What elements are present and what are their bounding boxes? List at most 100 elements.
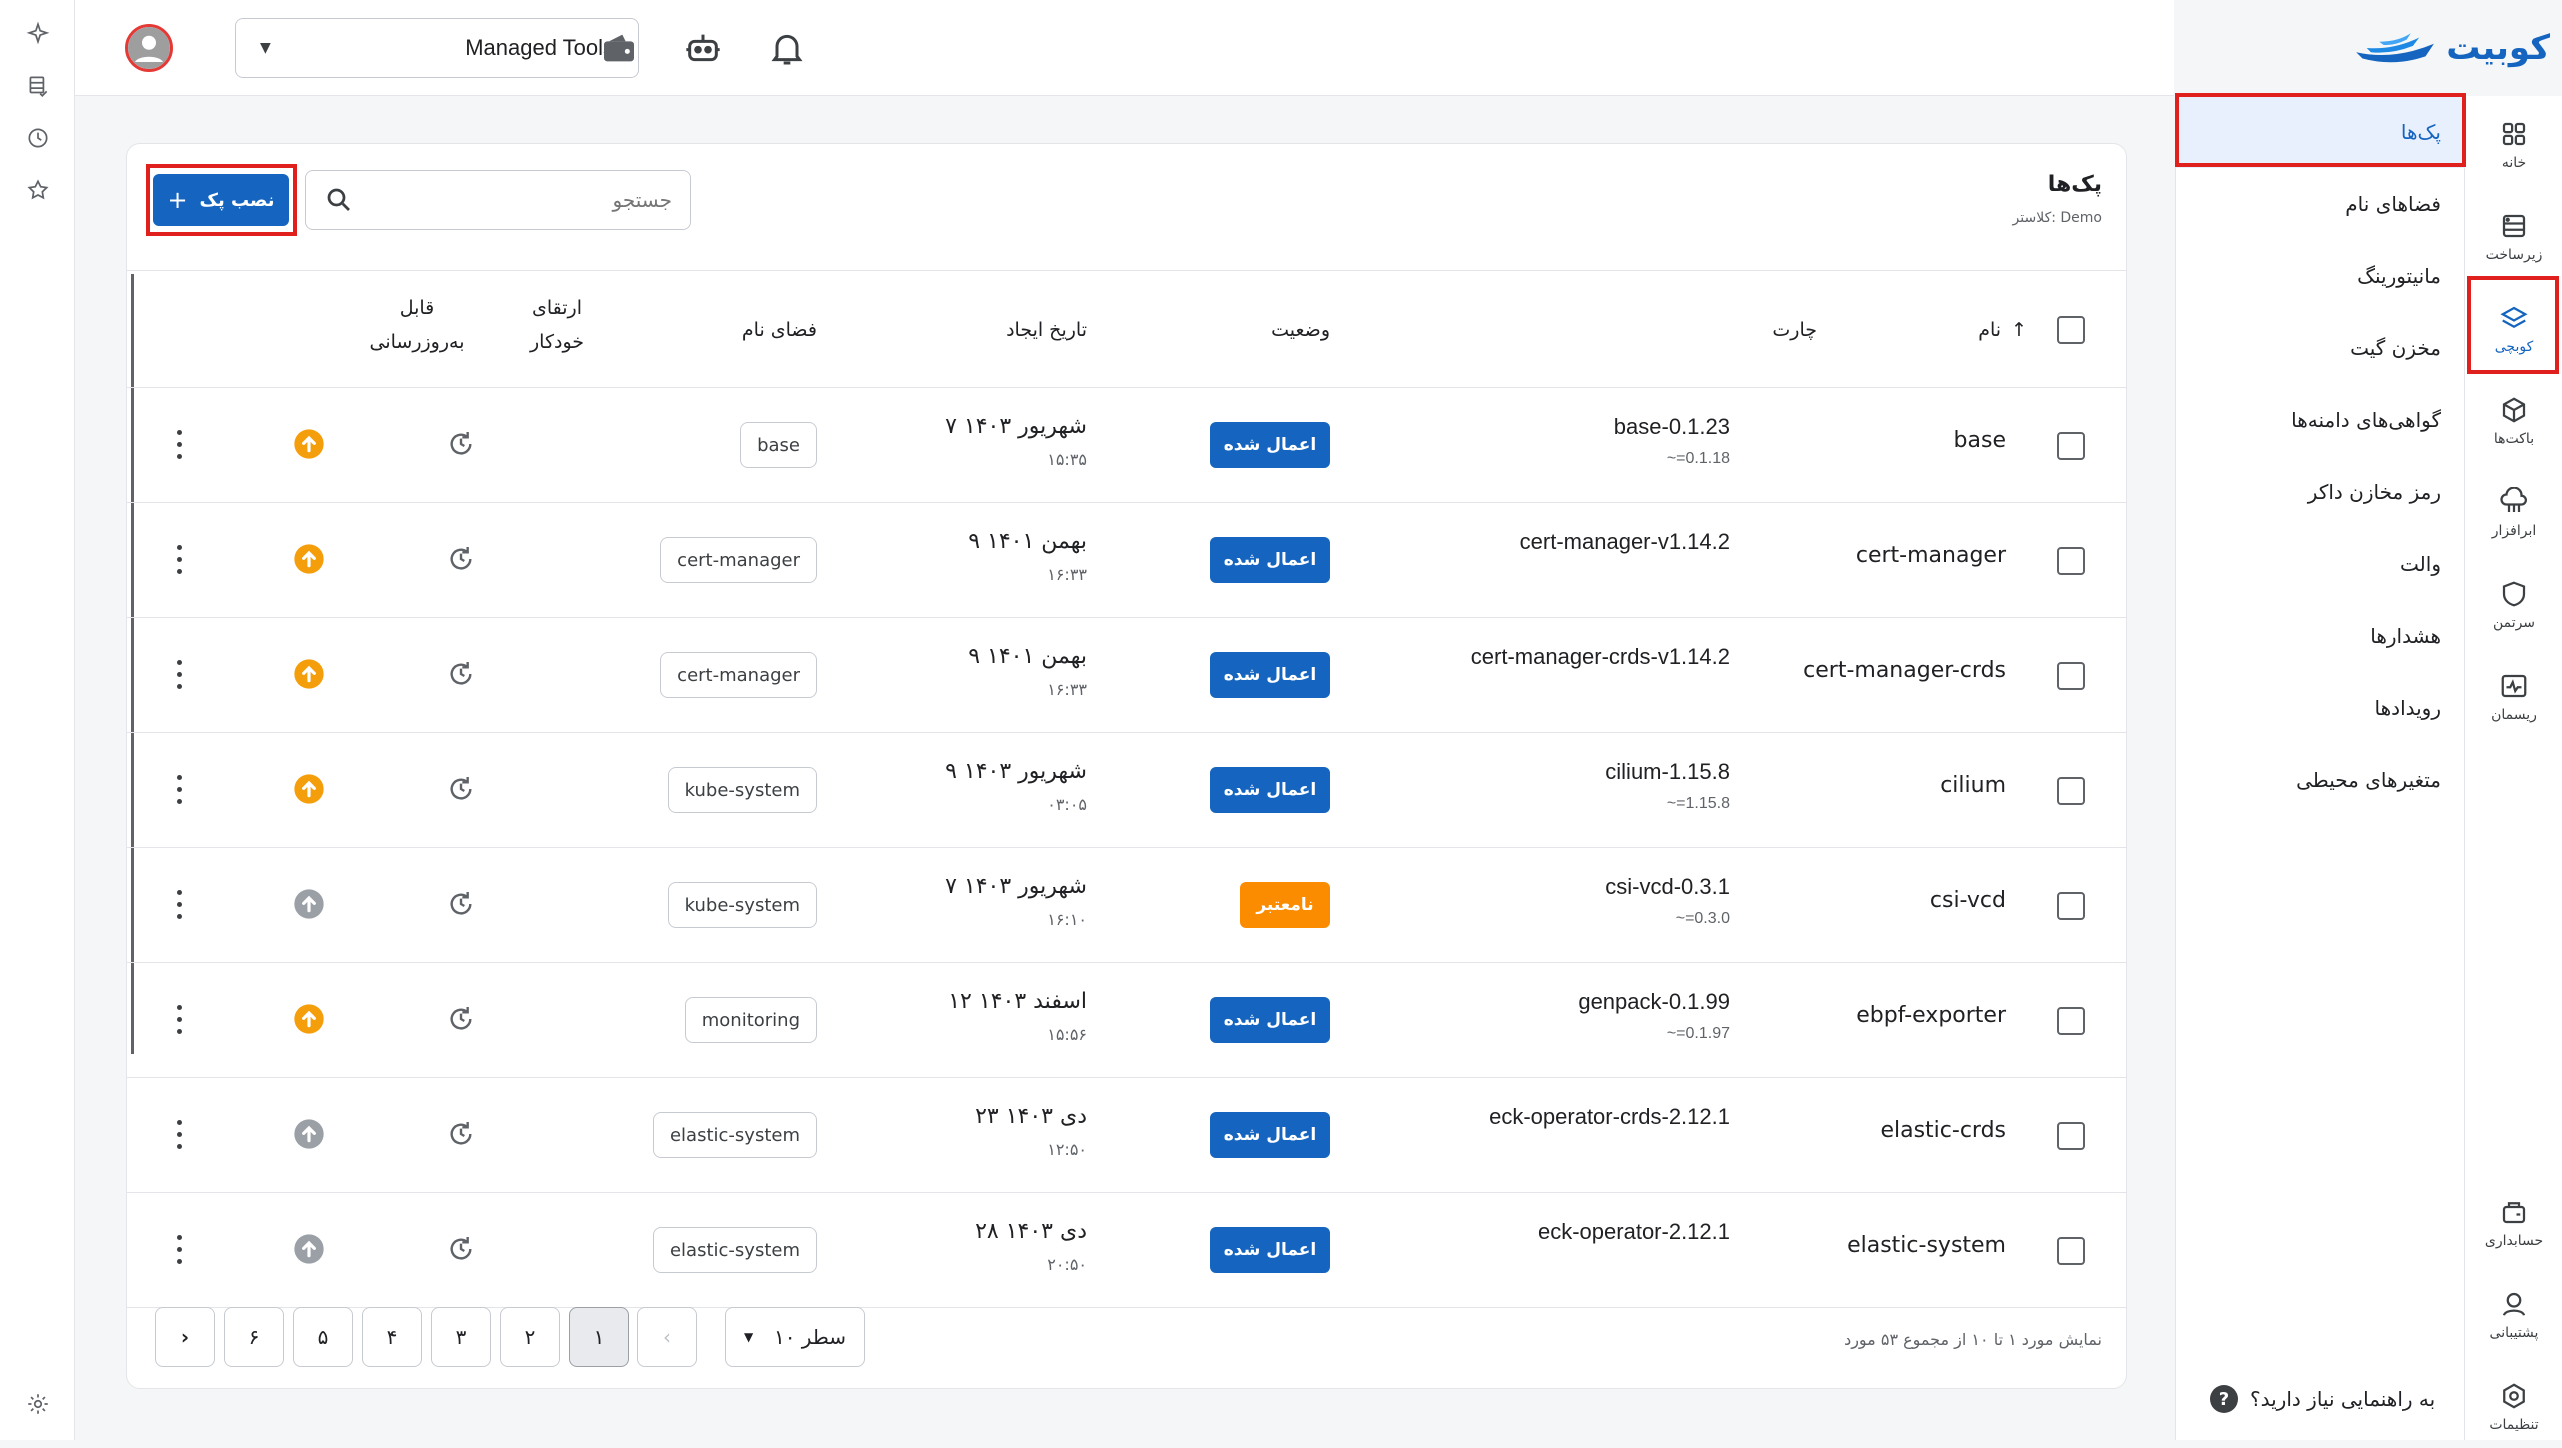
page-button-3[interactable]: ۳ [431, 1307, 491, 1367]
namespace-chip[interactable]: kube-system [667, 882, 817, 928]
update-unavailable-icon[interactable] [293, 1118, 325, 1150]
row-name[interactable]: elastic-crds [1880, 1118, 2006, 1143]
help-link[interactable]: ? به راهنمایی نیاز دارید؟ [2210, 1385, 2435, 1413]
update-available-icon[interactable] [293, 773, 325, 805]
table-row[interactable]: base base-0.1.23 ~=0.1.18 اعمال شده ۷ شهریور… [127, 388, 2126, 503]
auto-upgrade-icon[interactable] [445, 428, 477, 460]
table-row[interactable]: cert-manager cert-manager-v1.14.2 اعمال شد… [127, 503, 2126, 618]
namespace-chip[interactable]: elastic-system [652, 1112, 817, 1158]
page-button-1[interactable]: ۱ [569, 1307, 629, 1367]
row-checkbox[interactable] [2057, 892, 2085, 920]
table-row[interactable]: elastic-system eck-operator-2.12.1 اعمال ش… [127, 1193, 2126, 1308]
menu-item-git-repo[interactable]: مخزن گیت [2176, 312, 2465, 384]
rail-item-settings[interactable]: تنظیمات [2465, 1366, 2562, 1448]
more-vert-icon[interactable] [167, 541, 191, 577]
row-name[interactable]: csi-vcd [1930, 888, 2006, 913]
gear-icon[interactable] [22, 1388, 54, 1420]
page-button-4[interactable]: ۴ [362, 1307, 422, 1367]
row-checkbox[interactable] [2057, 1122, 2085, 1150]
select-all-checkbox[interactable] [2057, 316, 2085, 344]
rows-per-page-select[interactable]: ▼ ۱۰ سطر [725, 1307, 865, 1367]
more-vert-icon[interactable] [167, 886, 191, 922]
update-available-icon[interactable] [293, 543, 325, 575]
auto-upgrade-icon[interactable] [445, 1233, 477, 1265]
namespace-chip[interactable]: cert-manager [660, 537, 817, 583]
table-row[interactable]: csi-vcd csi-vcd-0.3.1 ~=0.3.0 نامعتبر ۷ شهری… [127, 848, 2126, 963]
star-icon[interactable] [22, 174, 54, 206]
row-name[interactable]: cert-manager [1856, 543, 2006, 568]
namespace-chip[interactable]: monitoring [684, 997, 817, 1043]
page-button-6[interactable]: ۶ [224, 1307, 284, 1367]
row-checkbox[interactable] [2057, 547, 2085, 575]
more-vert-icon[interactable] [167, 656, 191, 692]
page-button-2[interactable]: ۲ [500, 1307, 560, 1367]
more-vert-icon[interactable] [167, 1001, 191, 1037]
page-button-5[interactable]: ۵ [293, 1307, 353, 1367]
table-row[interactable]: ebpf-exporter genpack-0.1.99 ~=0.1.97 اعمال… [127, 963, 2126, 1078]
menu-item-certificates[interactable]: گواهی‌های دامنه‌ها [2176, 384, 2465, 456]
row-name[interactable]: cilium [1940, 773, 2006, 798]
namespace-chip[interactable]: elastic-system [652, 1227, 817, 1273]
auto-upgrade-icon[interactable] [445, 773, 477, 805]
menu-item-events[interactable]: رویدادها [2176, 672, 2465, 744]
robot-icon[interactable] [683, 28, 723, 68]
update-available-icon[interactable] [293, 428, 325, 460]
row-name[interactable]: base [1954, 428, 2006, 453]
search-input[interactable] [392, 188, 672, 212]
row-checkbox[interactable] [2057, 1007, 2085, 1035]
rail-item-pulse[interactable]: ریسمان [2465, 656, 2562, 738]
rail-item-support[interactable]: پشتیبانی [2465, 1274, 2562, 1356]
rail-item-cloud-app[interactable]: ابرافزار [2465, 472, 2562, 554]
rail-item-shield[interactable]: سرتمن [2465, 564, 2562, 646]
menu-item-env-vars[interactable]: متغیرهای محیطی [2176, 744, 2465, 816]
rail-item-kubchi[interactable]: کوبچی [2465, 288, 2562, 370]
update-unavailable-icon[interactable] [293, 1233, 325, 1265]
rail-item-infrastructure[interactable]: زیرساخت [2465, 196, 2562, 278]
table-row[interactable]: elastic-crds eck-operator-crds-2.12.1 اعما… [127, 1078, 2126, 1193]
update-available-icon[interactable] [293, 1003, 325, 1035]
clock-icon[interactable] [22, 122, 54, 154]
header-name[interactable]: نام ↑ [1937, 313, 2027, 347]
namespace-chip[interactable]: cert-manager [660, 652, 817, 698]
brand-logo[interactable]: کوبیت [2340, 18, 2550, 78]
menu-item-docker-secrets[interactable]: رمز مخازن داکر [2176, 456, 2465, 528]
next-page-button[interactable]: › [155, 1307, 215, 1367]
avatar[interactable] [125, 24, 173, 72]
update-unavailable-icon[interactable] [293, 888, 325, 920]
row-checkbox[interactable] [2057, 1237, 2085, 1265]
rail-item-buckets[interactable]: باکت‌ها [2465, 380, 2562, 462]
more-vert-icon[interactable] [167, 426, 191, 462]
install-pack-button[interactable]: + نصب پک [153, 174, 289, 226]
auto-upgrade-icon[interactable] [445, 658, 477, 690]
table-row[interactable]: cilium cilium-1.15.8 ~=1.15.8 اعمال شده ۹ شه… [127, 733, 2126, 848]
bell-icon[interactable] [767, 28, 807, 68]
auto-upgrade-icon[interactable] [445, 888, 477, 920]
row-checkbox[interactable] [2057, 662, 2085, 690]
row-name[interactable]: ebpf-exporter [1856, 1003, 2006, 1028]
auto-upgrade-icon[interactable] [445, 1118, 477, 1150]
auto-upgrade-icon[interactable] [445, 1003, 477, 1035]
search-box[interactable] [305, 170, 691, 230]
namespace-chip[interactable]: base [740, 422, 817, 468]
row-checkbox[interactable] [2057, 777, 2085, 805]
row-checkbox[interactable] [2057, 432, 2085, 460]
prev-page-button[interactable]: ‹ [637, 1307, 697, 1367]
more-vert-icon[interactable] [167, 771, 191, 807]
menu-item-namespaces[interactable]: فضاهای نام [2176, 168, 2465, 240]
more-vert-icon[interactable] [167, 1116, 191, 1152]
project-selector[interactable]: ▼ Managed Tools [235, 18, 639, 78]
wallet-icon[interactable] [599, 28, 639, 68]
sparkle-icon[interactable] [22, 18, 54, 50]
menu-item-monitoring[interactable]: مانیتورینگ [2176, 240, 2465, 312]
table-row[interactable]: cert-manager-crds cert-manager-crds-v1.14… [127, 618, 2126, 733]
row-name[interactable]: cert-manager-crds [1803, 658, 2006, 683]
menu-item-packs[interactable]: پک‌ها [2176, 96, 2465, 168]
update-available-icon[interactable] [293, 658, 325, 690]
rail-item-home[interactable]: خانه [2465, 104, 2562, 186]
menu-item-vault[interactable]: والت [2176, 528, 2465, 600]
menu-item-alerts[interactable]: هشدارها [2176, 600, 2465, 672]
more-vert-icon[interactable] [167, 1231, 191, 1267]
rail-item-accounting[interactable]: حسابداری [2465, 1182, 2562, 1264]
auto-upgrade-icon[interactable] [445, 543, 477, 575]
row-name[interactable]: elastic-system [1847, 1233, 2006, 1258]
